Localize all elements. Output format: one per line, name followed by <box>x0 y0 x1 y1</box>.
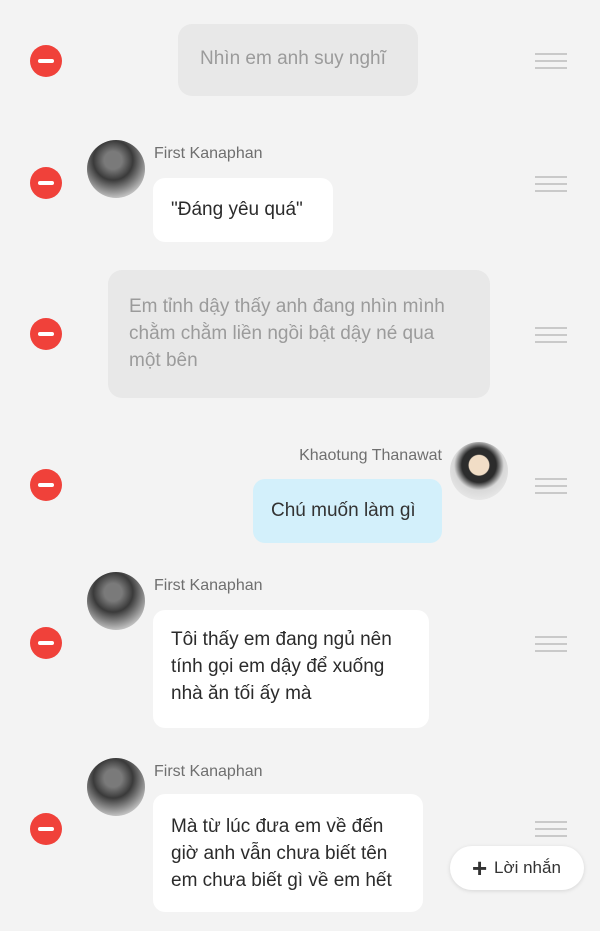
message-bubble[interactable]: Chú muốn làm gì <box>253 479 442 543</box>
sender-name: First Kanaphan <box>154 145 263 162</box>
narration-line: một bên <box>129 350 198 371</box>
add-message-label: Lời nhắn <box>494 858 561 877</box>
message-line: Mà từ lúc đưa em về đến <box>171 816 384 837</box>
drag-handle-icon[interactable] <box>535 478 567 494</box>
message-row: Khaotung Thanawat Chú muốn làm gì <box>0 430 600 560</box>
message-bubble[interactable]: Tôi thấy em đang ngủ nên tính gọi em dậy… <box>153 610 429 728</box>
message-bubble[interactable]: Mà từ lúc đưa em về đến giờ anh vẫn chưa… <box>153 794 423 912</box>
avatar <box>87 758 145 816</box>
avatar <box>87 572 145 630</box>
avatar <box>87 140 145 198</box>
narration-text: Nhìn em anh suy nghĩ <box>200 48 386 69</box>
message-line: em chưa biết gì về em hết <box>171 870 392 891</box>
narration-line: Em tỉnh dậy thấy anh đang nhìn mình <box>129 296 445 317</box>
message-bubble[interactable]: "Đáng yêu quá" <box>153 178 333 242</box>
narration-line: chằm chằm liền ngồi bật dậy né qua <box>129 323 435 344</box>
delete-button[interactable] <box>30 627 62 659</box>
drag-handle-icon[interactable] <box>535 53 567 69</box>
message-line: tính gọi em dậy để xuống <box>171 656 385 677</box>
delete-button[interactable] <box>30 813 62 845</box>
drag-handle-icon[interactable] <box>535 327 567 343</box>
narration-bubble[interactable]: Em tỉnh dậy thấy anh đang nhìn mình chằm… <box>108 270 490 398</box>
delete-button[interactable] <box>30 45 62 77</box>
message-row: First Kanaphan Mà từ lúc đưa em về đến g… <box>0 750 600 931</box>
drag-handle-icon[interactable] <box>535 636 567 652</box>
message-row: First Kanaphan Tôi thấy em đang ngủ nên … <box>0 560 600 750</box>
delete-button[interactable] <box>30 469 62 501</box>
message-text: "Đáng yêu quá" <box>171 199 303 220</box>
sender-name: First Kanaphan <box>154 763 263 780</box>
plus-icon: + <box>472 853 488 883</box>
message-row: Em tỉnh dậy thấy anh đang nhìn mình chằm… <box>0 260 600 430</box>
delete-button[interactable] <box>30 167 62 199</box>
message-row: Nhìn em anh suy nghĩ <box>0 0 600 120</box>
message-line: nhà ăn tối ấy mà <box>171 683 312 704</box>
add-message-button[interactable]: + Lời nhắn <box>450 846 584 890</box>
sender-name: Khaotung Thanawat <box>299 447 442 464</box>
avatar <box>450 442 508 500</box>
delete-button[interactable] <box>30 318 62 350</box>
message-line: giờ anh vẫn chưa biết tên <box>171 843 388 864</box>
sender-name: First Kanaphan <box>154 577 263 594</box>
message-line: Tôi thấy em đang ngủ nên <box>171 629 392 650</box>
narration-bubble[interactable]: Nhìn em anh suy nghĩ <box>178 24 418 96</box>
message-text: Chú muốn làm gì <box>271 500 416 521</box>
drag-handle-icon[interactable] <box>535 821 567 837</box>
drag-handle-icon[interactable] <box>535 176 567 192</box>
message-row: First Kanaphan "Đáng yêu quá" <box>0 120 600 260</box>
